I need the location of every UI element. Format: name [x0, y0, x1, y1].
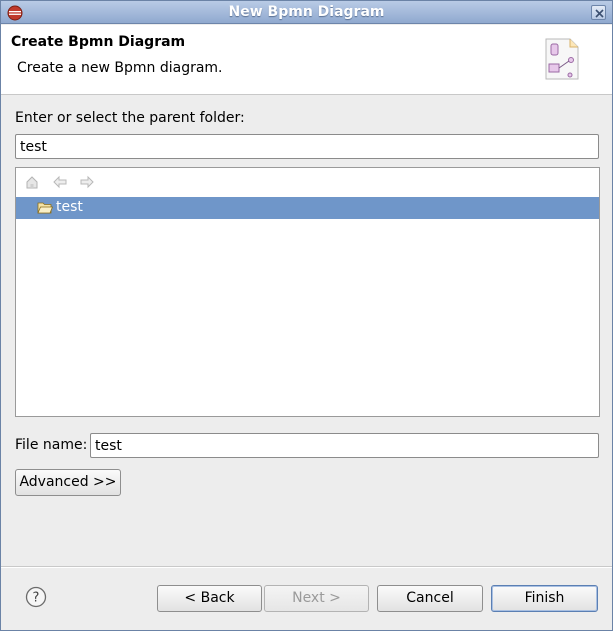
folder-tree[interactable]: test	[15, 167, 600, 417]
tree-item[interactable]: test	[16, 197, 599, 219]
next-button[interactable]: Next >	[264, 585, 369, 612]
svg-text:?: ?	[33, 591, 40, 606]
help-icon[interactable]: ?	[25, 586, 47, 608]
advanced-button[interactable]: Advanced >>	[15, 469, 121, 496]
folder-open-icon	[37, 202, 53, 214]
back-arrow-icon[interactable]	[52, 174, 68, 190]
bpmn-diagram-icon	[545, 38, 579, 80]
page-description: Create a new Bpmn diagram.	[17, 60, 223, 76]
tree-item-label: test	[56, 199, 83, 215]
parent-folder-label: Enter or select the parent folder:	[15, 110, 245, 126]
home-icon[interactable]	[24, 174, 40, 190]
tree-toolbar	[16, 168, 599, 196]
cancel-button[interactable]: Cancel	[377, 585, 483, 612]
footer-separator	[1, 566, 612, 568]
title-bar[interactable]: New Bpmn Diagram	[1, 1, 612, 24]
page-title: Create Bpmn Diagram	[11, 34, 186, 50]
close-icon	[595, 9, 604, 18]
wizard-window: New Bpmn Diagram Create Bpmn Diagram Cre…	[0, 0, 613, 631]
file-name-input[interactable]	[90, 433, 599, 458]
window-title: New Bpmn Diagram	[228, 4, 385, 20]
file-name-label: File name:	[15, 437, 88, 453]
wizard-header: Create Bpmn Diagram Create a new Bpmn di…	[1, 25, 612, 95]
forward-arrow-icon[interactable]	[79, 174, 95, 190]
parent-folder-input[interactable]	[15, 134, 599, 159]
finish-button[interactable]: Finish	[491, 585, 598, 612]
close-button[interactable]	[591, 5, 606, 20]
back-button[interactable]: < Back	[157, 585, 262, 612]
